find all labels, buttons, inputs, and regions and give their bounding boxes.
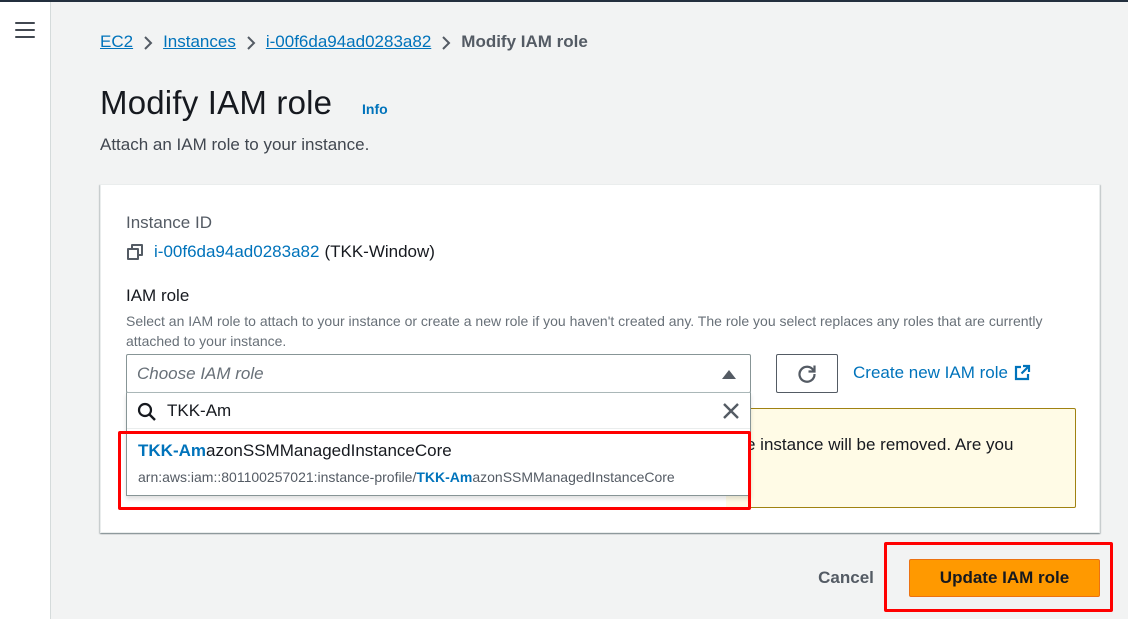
caret-up-icon	[722, 370, 736, 379]
instance-name: (TKK-Window)	[324, 242, 435, 261]
instance-id-label: Instance ID	[126, 213, 212, 232]
option-arn: arn:aws:iam::801100257021:instance-profi…	[138, 469, 675, 485]
warning-text: e instance will be removed. Are you	[746, 435, 1014, 454]
menu-icon[interactable]	[15, 22, 35, 38]
copy-icon[interactable]	[126, 243, 144, 261]
option-title-match: TKK-Am	[138, 441, 206, 460]
iam-role-select[interactable]: Choose IAM role	[126, 354, 751, 393]
external-link-icon	[1014, 364, 1031, 381]
option-arn-prefix: arn:aws:iam::801100257021:instance-profi…	[138, 469, 417, 485]
instance-id-row: i-00f6da94ad0283a82 (TKK-Window)	[126, 242, 435, 262]
option-arn-match: TKK-Am	[416, 469, 473, 485]
iam-role-select-placeholder: Choose IAM role	[137, 364, 264, 383]
create-new-iam-role-label: Create new IAM role	[853, 363, 1008, 382]
refresh-button[interactable]	[776, 354, 838, 393]
instance-id-link[interactable]: i-00f6da94ad0283a82	[154, 242, 319, 262]
dropdown-search-row: TKK-Am	[127, 393, 750, 429]
close-icon[interactable]	[721, 401, 741, 421]
iam-role-option[interactable]: TKK-AmazonSSMManagedInstanceCore arn:aws…	[127, 430, 750, 495]
breadcrumb: EC2 Instances i-00f6da94ad0283a82 Modify…	[100, 31, 588, 53]
breadcrumb-current: Modify IAM role	[461, 32, 588, 51]
update-iam-role-button[interactable]: Update IAM role	[909, 559, 1100, 597]
page-title: Modify IAM role	[100, 84, 333, 121]
refresh-icon	[798, 365, 816, 383]
page-description: Attach an IAM role to your instance.	[100, 135, 370, 154]
warning-alert: e instance will be removed. Are you	[726, 408, 1076, 508]
iam-role-description: Select an IAM role to attach to your ins…	[126, 313, 1043, 349]
side-navigation	[0, 2, 51, 619]
chevron-right-icon	[236, 32, 266, 52]
create-new-iam-role-link[interactable]: Create new IAM role	[853, 363, 1031, 383]
chevron-right-icon	[133, 32, 163, 52]
chevron-right-icon	[431, 32, 461, 52]
info-link[interactable]: Info	[362, 101, 388, 117]
option-title: TKK-AmazonSSMManagedInstanceCore	[138, 441, 452, 461]
search-input[interactable]: TKK-Am	[167, 401, 231, 421]
breadcrumb-instances[interactable]: Instances	[163, 32, 236, 52]
modify-iam-role-panel: Instance ID i-00f6da94ad0283a82 (TKK-Win…	[100, 184, 1100, 533]
search-icon	[137, 402, 156, 421]
cancel-button[interactable]: Cancel	[803, 560, 889, 596]
iam-role-label: IAM role	[126, 286, 190, 305]
iam-role-dropdown: TKK-Am TKK-AmazonSSMManagedInstanceCore …	[126, 392, 751, 496]
option-title-rest: azonSSMManagedInstanceCore	[206, 441, 452, 460]
top-border	[0, 0, 1128, 2]
option-arn-rest: azonSSMManagedInstanceCore	[472, 469, 675, 485]
breadcrumb-ec2[interactable]: EC2	[100, 32, 133, 52]
breadcrumb-instance-id[interactable]: i-00f6da94ad0283a82	[266, 32, 431, 52]
